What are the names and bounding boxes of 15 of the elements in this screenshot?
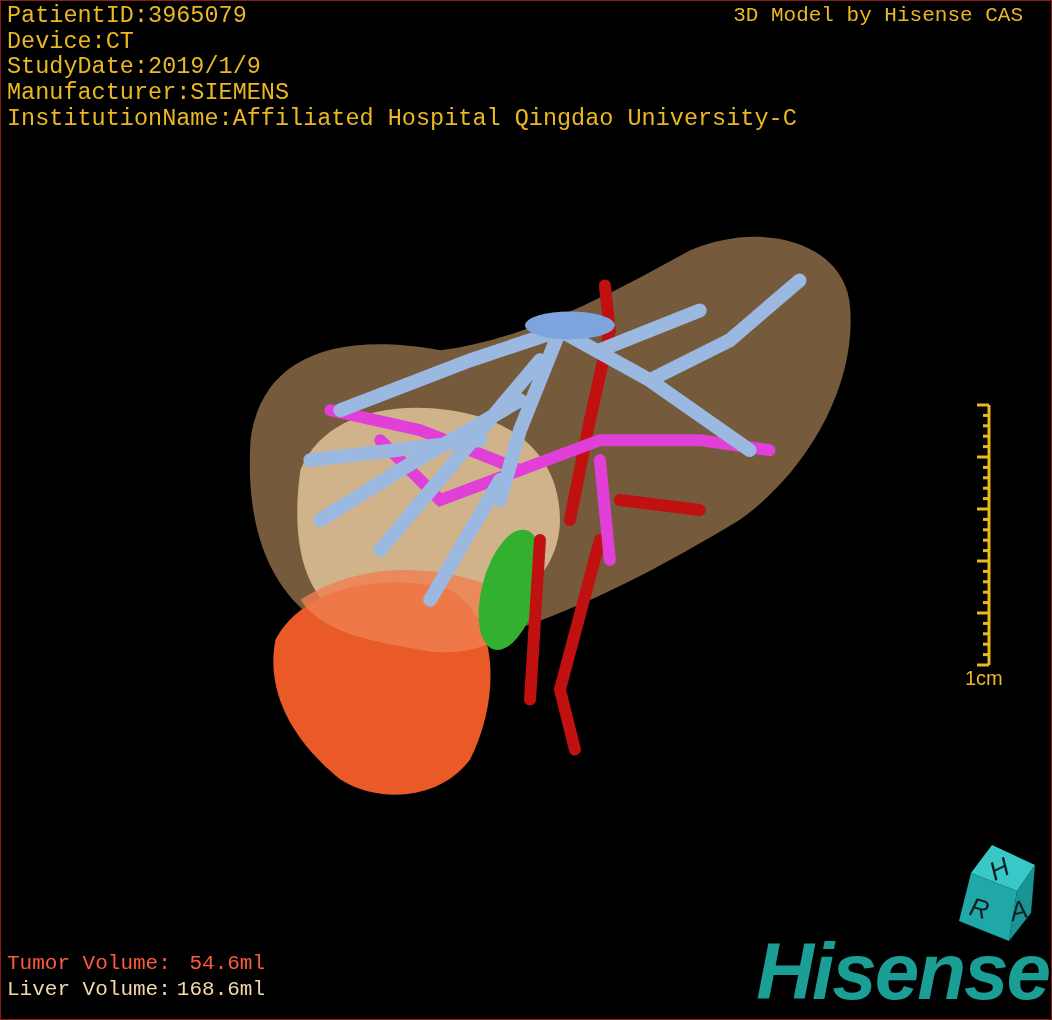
info-line: Manufacturer:SIEMENS [7, 80, 290, 106]
volume-value: 54.6ml [188, 951, 266, 977]
info-line: InstitutionName:Affiliated Hospital Qingdao University-C [7, 105, 797, 132]
info-line: Device:CT [7, 28, 134, 55]
info-line: StudyDate:2019/1/9 [7, 54, 261, 81]
cube-face-label: A [1006, 893, 1031, 928]
volume-label: Liver Volume: [7, 977, 171, 1003]
volume-label: Tumor Volume: [7, 951, 171, 977]
scale-label: 1cm [965, 667, 1003, 689]
volume-value: 168.6ml [176, 977, 266, 1003]
info-line: PatientID:3965079 [7, 3, 247, 29]
viewer-title: 3D Model by Hisense CAS [733, 3, 1023, 29]
brand-logo: Hisense [756, 929, 1049, 1015]
cube-face-label: H [984, 851, 1015, 887]
cube-face-label: R [966, 891, 993, 926]
